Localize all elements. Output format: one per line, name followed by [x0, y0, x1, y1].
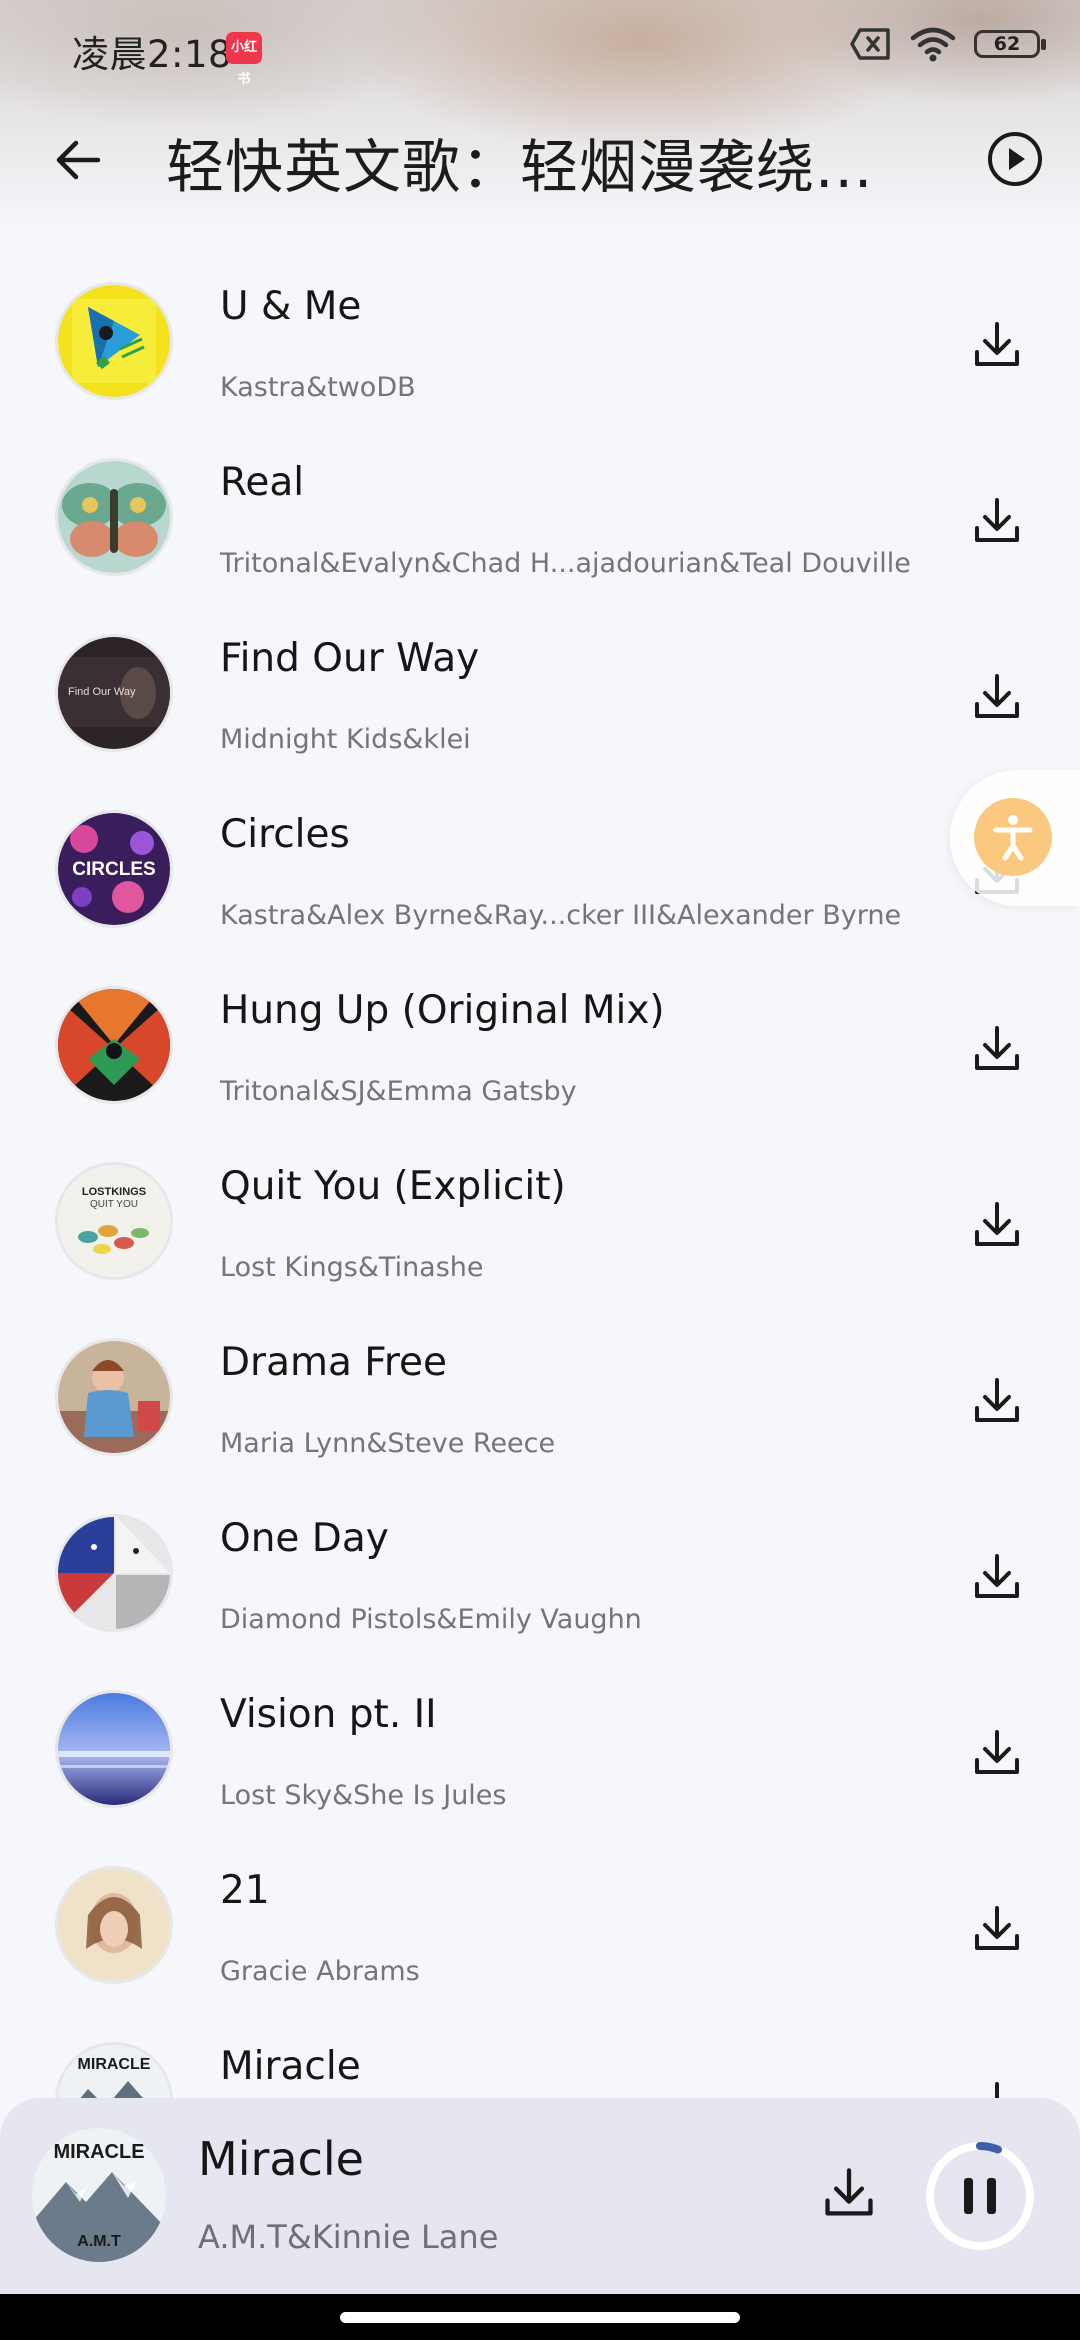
download-icon	[975, 498, 1019, 542]
album-cover	[55, 1338, 173, 1456]
song-title: Miracle	[220, 2044, 361, 2089]
app-notification-badge: 小红书	[226, 32, 262, 87]
cover-text: Find Our Way	[68, 686, 136, 698]
pause-icon	[926, 2142, 1034, 2250]
album-cover: LOSTKINGS QUIT YOU	[55, 1162, 173, 1280]
status-time: 凌晨2:18	[72, 33, 233, 76]
song-row[interactable]: One Day Diamond Pistols&Emily Vaughn	[0, 1504, 1080, 1680]
cover-subtext: A.M.T	[77, 2233, 121, 2250]
song-artist: Gracie Abrams	[220, 1956, 420, 1987]
cover-text: CIRCLES	[72, 859, 155, 880]
accessibility-icon	[974, 798, 1052, 876]
song-row[interactable]: Vision pt. II Lost Sky&She Is Jules	[0, 1680, 1080, 1856]
song-row[interactable]: Find Our Way Find Our Way Midnight Kids&…	[0, 624, 1080, 800]
download-button[interactable]	[970, 1902, 1024, 1956]
now-playing-bar[interactable]: MIRACLE A.M.T Miracle A.M.T&Kinnie Lane	[0, 2098, 1080, 2294]
download-icon	[975, 1554, 1019, 1598]
download-icon	[975, 674, 1019, 718]
song-artist: Midnight Kids&klei	[220, 724, 471, 755]
floating-assist-button[interactable]	[950, 770, 1080, 906]
cover-text: MIRACLE	[53, 2141, 144, 2163]
download-button[interactable]	[970, 1550, 1024, 1604]
album-cover: Find Our Way	[55, 634, 173, 752]
cover-text: LOSTKINGS	[82, 1186, 146, 1198]
wifi-icon	[910, 27, 956, 62]
song-row[interactable]: U & Me Kastra&twoDB	[0, 272, 1080, 448]
album-cover	[55, 986, 173, 1104]
download-button[interactable]	[970, 1022, 1024, 1076]
now-playing-cover[interactable]: MIRACLE A.M.T	[32, 2128, 166, 2262]
download-button[interactable]	[970, 670, 1024, 724]
sim-off-icon	[850, 28, 890, 60]
song-title: One Day	[220, 1516, 389, 1561]
song-title: Find Our Way	[220, 636, 480, 681]
home-indicator[interactable]	[340, 2312, 740, 2323]
download-button[interactable]	[970, 1198, 1024, 1252]
song-artist: Kastra&Alex Byrne&Ray...cker III&Alexand…	[220, 900, 902, 931]
song-artist: Lost Sky&She Is Jules	[220, 1780, 507, 1811]
song-artist: Kastra&twoDB	[220, 372, 416, 403]
song-artist: Tritonal&Evalyn&Chad H...ajadourian&Teal…	[220, 548, 911, 579]
album-cover	[55, 1690, 173, 1808]
song-artist: Lost Kings&Tinashe	[220, 1252, 484, 1283]
song-title: Circles	[220, 812, 350, 857]
back-button[interactable]	[48, 130, 108, 190]
title-bar: 轻快英文歌：轻烟漫袭绕...	[0, 110, 1080, 202]
album-cover	[55, 458, 173, 576]
download-icon	[975, 1906, 1019, 1950]
download-icon	[975, 1378, 1019, 1422]
album-cover	[55, 1514, 173, 1632]
download-button[interactable]	[970, 1374, 1024, 1428]
song-artist: Maria Lynn&Steve Reece	[220, 1428, 556, 1459]
song-title: Quit You (Explicit)	[220, 1164, 566, 1209]
pause-button[interactable]	[924, 2140, 1036, 2252]
song-row[interactable]: CIRCLES Circles Kastra&Alex Byrne&Ray...…	[0, 800, 1080, 976]
album-cover	[55, 282, 173, 400]
back-arrow-icon	[56, 140, 101, 180]
download-button[interactable]	[970, 318, 1024, 372]
song-title: 21	[220, 1868, 270, 1913]
download-icon	[975, 1026, 1019, 1070]
song-title: Vision pt. II	[220, 1692, 437, 1737]
song-row[interactable]: 21 Gracie Abrams	[0, 1856, 1080, 2032]
song-title: Real	[220, 460, 305, 505]
song-artist: Tritonal&SJ&Emma Gatsby	[220, 1076, 577, 1107]
download-icon	[975, 1202, 1019, 1246]
song-title: U & Me	[220, 284, 362, 329]
song-title: Hung Up (Original Mix)	[220, 988, 665, 1033]
song-list: U & Me Kastra&twoDB Real Tritonal&Evalyn	[0, 272, 1080, 2208]
battery-indicator: 62	[974, 30, 1046, 58]
cover-text: MIRACLE	[78, 2056, 151, 2073]
download-icon	[825, 2168, 873, 2216]
download-button[interactable]	[970, 494, 1024, 548]
download-icon	[975, 1730, 1019, 1774]
page-title: 轻快英文歌：轻烟漫袭绕...	[166, 133, 874, 201]
album-cover	[55, 1866, 173, 1984]
song-artist: Diamond Pistols&Emily Vaughn	[220, 1604, 642, 1635]
cover-text: QUIT YOU	[90, 1199, 138, 1210]
now-playing-artist: A.M.T&Kinnie Lane	[198, 2218, 499, 2256]
song-row[interactable]: Hung Up (Original Mix) Tritonal&SJ&Emma …	[0, 976, 1080, 1152]
song-row[interactable]: LOSTKINGS QUIT YOU Quit You (Explicit) L…	[0, 1152, 1080, 1328]
download-button[interactable]	[970, 1726, 1024, 1780]
now-playing-title: Miracle	[198, 2132, 364, 2186]
status-icons: 62	[850, 26, 1046, 62]
song-title: Drama Free	[220, 1340, 448, 1385]
song-row[interactable]: Drama Free Maria Lynn&Steve Reece	[0, 1328, 1080, 1504]
now-playing-download-button[interactable]	[820, 2164, 878, 2222]
album-cover: CIRCLES	[55, 810, 173, 928]
status-bar: 凌晨2:18 小红书 62	[0, 0, 1080, 96]
song-row[interactable]: Real Tritonal&Evalyn&Chad H...ajadourian…	[0, 448, 1080, 624]
play-all-button[interactable]	[986, 130, 1044, 188]
download-icon	[975, 322, 1019, 366]
play-circle-icon	[988, 132, 1042, 186]
